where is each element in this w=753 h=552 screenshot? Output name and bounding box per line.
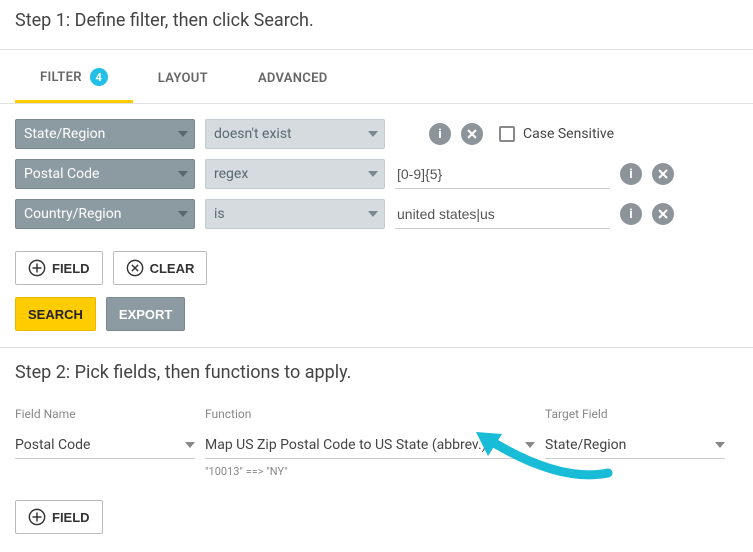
caret-down-icon bbox=[368, 171, 378, 177]
add-field-label: FIELD bbox=[52, 261, 90, 276]
function-value: Map US Zip Postal Code to US State (abbr… bbox=[205, 437, 487, 453]
tab-advanced-label: ADVANCED bbox=[258, 71, 328, 86]
clear-button[interactable]: CLEAR bbox=[113, 251, 208, 285]
clear-label: CLEAR bbox=[150, 261, 195, 276]
caret-down-icon bbox=[525, 442, 535, 448]
field-select[interactable]: Postal Code bbox=[15, 159, 195, 189]
case-sensitive-checkbox[interactable]: Case Sensitive bbox=[499, 126, 614, 142]
caret-down-icon bbox=[185, 442, 195, 448]
search-button[interactable]: SEARCH bbox=[15, 297, 96, 331]
function-header: Function bbox=[205, 407, 535, 421]
function-hint: "10013" ==> "NY" bbox=[205, 465, 535, 478]
info-icon[interactable]: i bbox=[620, 163, 642, 185]
operator-select-value: doesn't exist bbox=[214, 126, 292, 142]
value-input[interactable] bbox=[395, 199, 610, 229]
filter-row: State/Region doesn't exist i Case Sensit… bbox=[15, 119, 738, 149]
field-select-value: Postal Code bbox=[24, 166, 99, 182]
search-export-row: SEARCH EXPORT bbox=[0, 295, 753, 348]
operator-select[interactable]: doesn't exist bbox=[205, 119, 385, 149]
target-field-value: State/Region bbox=[545, 437, 626, 453]
filter-row: Country/Region is i bbox=[15, 199, 738, 229]
tabs: FILTER 4 LAYOUT ADVANCED bbox=[0, 50, 753, 104]
function-select[interactable]: Map US Zip Postal Code to US State (abbr… bbox=[205, 431, 535, 459]
field-select-value: Country/Region bbox=[24, 206, 121, 222]
info-icon[interactable]: i bbox=[620, 203, 642, 225]
field-name-select[interactable]: Postal Code bbox=[15, 431, 195, 459]
field-select[interactable]: State/Region bbox=[15, 119, 195, 149]
info-icon[interactable]: i bbox=[429, 123, 451, 145]
field-select-value: State/Region bbox=[24, 126, 105, 142]
caret-down-icon bbox=[178, 131, 188, 137]
x-circle-icon bbox=[126, 259, 144, 277]
add-field-button[interactable]: FIELD bbox=[15, 251, 103, 285]
plus-circle-icon bbox=[28, 508, 46, 526]
filter-action-row: FIELD CLEAR bbox=[0, 249, 753, 295]
filters-area: State/Region doesn't exist i Case Sensit… bbox=[0, 104, 753, 249]
step2-row: Field Name Postal Code Function Map US Z… bbox=[0, 391, 753, 482]
operator-select[interactable]: is bbox=[205, 199, 385, 229]
plus-circle-icon bbox=[28, 259, 46, 277]
add-field-button-step2[interactable]: FIELD bbox=[15, 500, 103, 534]
caret-down-icon bbox=[178, 211, 188, 217]
value-input[interactable] bbox=[395, 159, 610, 189]
caret-down-icon bbox=[178, 171, 188, 177]
filter-row: Postal Code regex i bbox=[15, 159, 738, 189]
remove-row-icon[interactable] bbox=[461, 123, 483, 145]
export-button[interactable]: EXPORT bbox=[106, 297, 185, 331]
caret-down-icon bbox=[715, 442, 725, 448]
remove-row-icon[interactable] bbox=[652, 203, 674, 225]
field-name-value: Postal Code bbox=[15, 437, 90, 453]
caret-down-icon bbox=[368, 211, 378, 217]
step2-header: Step 2: Pick fields, then functions to a… bbox=[0, 348, 753, 391]
step2-title: Step 2: Pick fields, then functions to a… bbox=[15, 362, 738, 383]
tab-advanced[interactable]: ADVANCED bbox=[233, 50, 353, 103]
caret-down-icon bbox=[368, 131, 378, 137]
step2-action-row: FIELD bbox=[0, 482, 753, 552]
operator-select-value: regex bbox=[214, 166, 248, 182]
step1-title: Step 1: Define filter, then click Search… bbox=[0, 0, 753, 50]
target-field-header: Target Field bbox=[545, 407, 725, 421]
operator-select-value: is bbox=[214, 206, 225, 222]
search-label: SEARCH bbox=[28, 307, 83, 322]
checkbox-icon bbox=[499, 126, 515, 142]
tab-layout-label: LAYOUT bbox=[158, 71, 208, 86]
export-label: EXPORT bbox=[119, 307, 172, 322]
tab-filter[interactable]: FILTER 4 bbox=[15, 50, 133, 103]
field-name-header: Field Name bbox=[15, 407, 195, 421]
operator-select[interactable]: regex bbox=[205, 159, 385, 189]
case-sensitive-label: Case Sensitive bbox=[523, 126, 614, 142]
tab-layout[interactable]: LAYOUT bbox=[133, 50, 233, 103]
tab-filter-label: FILTER bbox=[40, 70, 82, 85]
filter-count-badge: 4 bbox=[90, 68, 108, 86]
add-field-label: FIELD bbox=[52, 510, 90, 525]
target-field-select[interactable]: State/Region bbox=[545, 431, 725, 459]
remove-row-icon[interactable] bbox=[652, 163, 674, 185]
field-select[interactable]: Country/Region bbox=[15, 199, 195, 229]
